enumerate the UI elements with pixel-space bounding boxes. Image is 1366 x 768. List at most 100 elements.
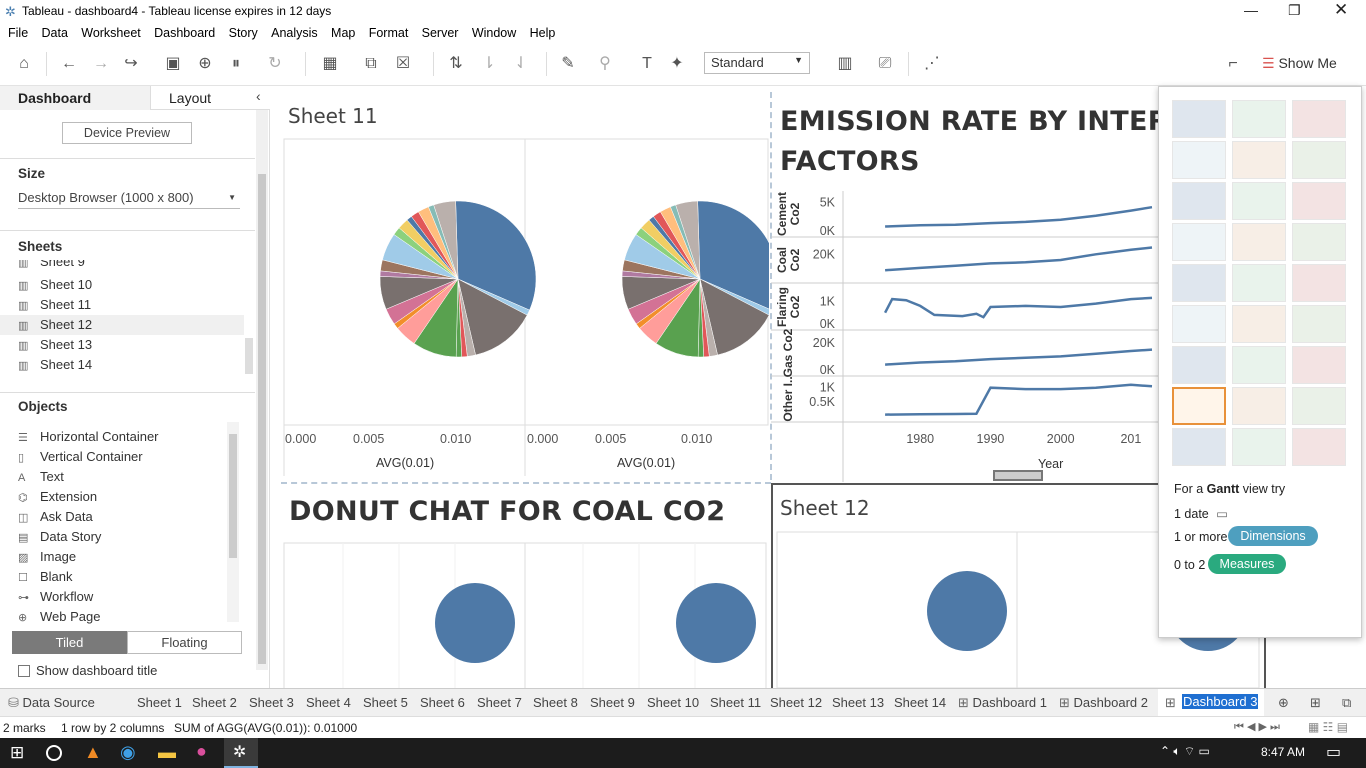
series-line[interactable] [885,246,1153,272]
refresh-icon[interactable]: ↻ [264,53,286,75]
grid-view-icons[interactable]: ▦ ☷ ▤ [1308,720,1348,734]
group-icon[interactable]: ⚲ [594,53,616,75]
home-icon[interactable]: ⌂ [13,53,35,75]
vlc-icon[interactable]: ▲ [84,742,102,763]
tab-sheet-9[interactable]: Sheet 9 [590,695,635,710]
size-select[interactable]: Desktop Browser (1000 x 800) ▼ [18,190,240,209]
chart-type-thumbnail[interactable] [1232,387,1286,425]
paint-icon[interactable]: ● [196,741,207,762]
donut-circle-2[interactable] [676,583,756,663]
chart-type-thumbnail[interactable] [1292,305,1346,343]
chart-type-thumbnail[interactable] [1172,100,1226,138]
object-text[interactable]: A Text [18,469,64,484]
tab-sheet-14[interactable]: Sheet 14 [894,695,946,710]
tab-dashboard-3-active[interactable]: ⊞ Dashboard 3 [1158,689,1264,716]
pause-updates-icon[interactable]: ⏸ [225,53,247,75]
tab-layout[interactable]: Layout [150,86,270,110]
windows-start-icon[interactable]: ⊞ [10,743,24,763]
chart-type-gantt-selected[interactable] [1172,387,1226,425]
object-image[interactable]: ▨ Image [18,549,76,564]
new-worksheet-icon[interactable]: ▦ [319,53,341,75]
sheet-nav-icons[interactable]: ⏮ ◀ ▶ ⏭ [1234,720,1280,734]
series-line[interactable] [885,383,1153,416]
series-line[interactable] [883,296,1153,319]
chart-type-thumbnail[interactable] [1172,182,1226,220]
object-data-story[interactable]: ▤ Data Story [18,529,101,544]
tab-data-source[interactable]: ⛁ Data Source [8,695,95,711]
menu-format[interactable]: Format [369,26,409,40]
chart-type-thumbnail[interactable] [1232,182,1286,220]
tab-sheet-3[interactable]: Sheet 3 [249,695,294,710]
format-painter-icon[interactable]: ⌐ [1222,53,1244,75]
notifications-icon[interactable]: ▭ [1326,742,1341,762]
menu-server[interactable]: Server [422,26,459,40]
chart-type-thumbnail[interactable] [1232,223,1286,261]
chart-type-thumbnail[interactable] [1172,141,1226,179]
objects-scrollbar[interactable] [227,422,239,622]
clock[interactable]: 8:47 AM [1261,745,1305,759]
restore-icon[interactable]: ❐ [1288,2,1301,19]
new-dashboard-icon[interactable]: ⊞ [1310,695,1321,711]
system-tray-icons[interactable]: ⌃ 🔈︎ ⌔ ▭ [1160,744,1210,759]
object-web-page[interactable]: ⊕ Web Page [18,609,100,624]
tab-sheet-13[interactable]: Sheet 13 [832,695,884,710]
close-icon[interactable]: ✕ [1334,0,1348,20]
view-mode-select[interactable]: Standard ▼ [704,52,810,74]
resize-handle[interactable] [993,470,1043,481]
redo-icon[interactable]: → [90,53,112,75]
tab-sheet-8[interactable]: Sheet 8 [533,695,578,710]
object-vertical-container[interactable]: ▯ Vertical Container [18,449,143,464]
edge-icon[interactable]: ◉ [120,742,136,763]
sort-desc-icon[interactable]: ⇃ [510,53,532,75]
tab-sheet-6[interactable]: Sheet 6 [420,695,465,710]
object-workflow[interactable]: ⊶ Workflow [18,589,93,604]
pie-chart-1[interactable] [379,200,537,358]
tab-sheet-10[interactable]: Sheet 10 [647,695,699,710]
show-cards-icon[interactable]: ▥ [834,53,856,75]
pie-chart-2[interactable] [621,200,769,358]
chart-type-thumbnail[interactable] [1232,100,1286,138]
chart-type-thumbnail[interactable] [1172,428,1226,466]
menu-file[interactable]: File [8,26,28,40]
new-data-source-icon[interactable]: ⊕ [194,53,216,75]
sheet-item[interactable]: ▥ Sheet 11 [18,297,91,312]
sheet-item[interactable]: ▥ Sheet 9 [18,260,85,269]
tab-sheet-1[interactable]: Sheet 1 [137,695,182,710]
menu-worksheet[interactable]: Worksheet [81,26,141,40]
tableau-taskbar-button[interactable]: ✲ [224,738,258,768]
chart-type-thumbnail[interactable] [1172,223,1226,261]
tab-sheet-4[interactable]: Sheet 4 [306,695,351,710]
chart-type-thumbnail[interactable] [1232,346,1286,384]
sheet11-pie-view[interactable] [283,138,769,478]
menu-analysis[interactable]: Analysis [271,26,318,40]
save-icon[interactable]: ▣ [162,53,184,75]
object-horizontal-container[interactable]: ☰ Horizontal Container [18,429,159,444]
chart-type-thumbnail[interactable] [1232,264,1286,302]
chart-type-thumbnail[interactable] [1232,141,1286,179]
collapse-pane-icon[interactable]: ‹ [256,88,261,104]
chart-type-thumbnail[interactable] [1172,264,1226,302]
sheet-item[interactable]: ▥ Sheet 12 [18,317,92,332]
replay-icon[interactable]: ↪ [120,53,142,75]
file-explorer-icon[interactable]: ▬ [158,742,176,763]
chart-type-thumbnail[interactable] [1232,428,1286,466]
show-me-button[interactable]: ☰ Show Me [1262,55,1337,72]
menu-story[interactable]: Story [229,26,258,40]
menu-help[interactable]: Help [530,26,556,40]
tab-sheet-2[interactable]: Sheet 2 [192,695,237,710]
tab-sheet-11[interactable]: Sheet 11 [710,695,761,710]
new-story-icon[interactable]: ⧉ [1342,695,1351,711]
menu-data[interactable]: Data [42,26,68,40]
chart-type-thumbnail[interactable] [1292,428,1346,466]
highlight-icon[interactable]: ✎ [557,53,579,75]
swap-icon[interactable]: ⇅ [445,53,467,75]
clear-sheet-icon[interactable]: ☒ [392,53,414,75]
chart-type-thumbnail[interactable] [1292,223,1346,261]
tab-sheet-12[interactable]: Sheet 12 [770,695,822,710]
pane-scrollbar[interactable] [256,110,268,670]
share-icon[interactable]: ⋰ [921,53,943,75]
labels-icon[interactable]: T [636,53,658,75]
tab-dashboard[interactable]: Dashboard [0,86,150,110]
menu-dashboard[interactable]: Dashboard [154,26,215,40]
object-ask-data[interactable]: ◫ Ask Data [18,509,93,524]
